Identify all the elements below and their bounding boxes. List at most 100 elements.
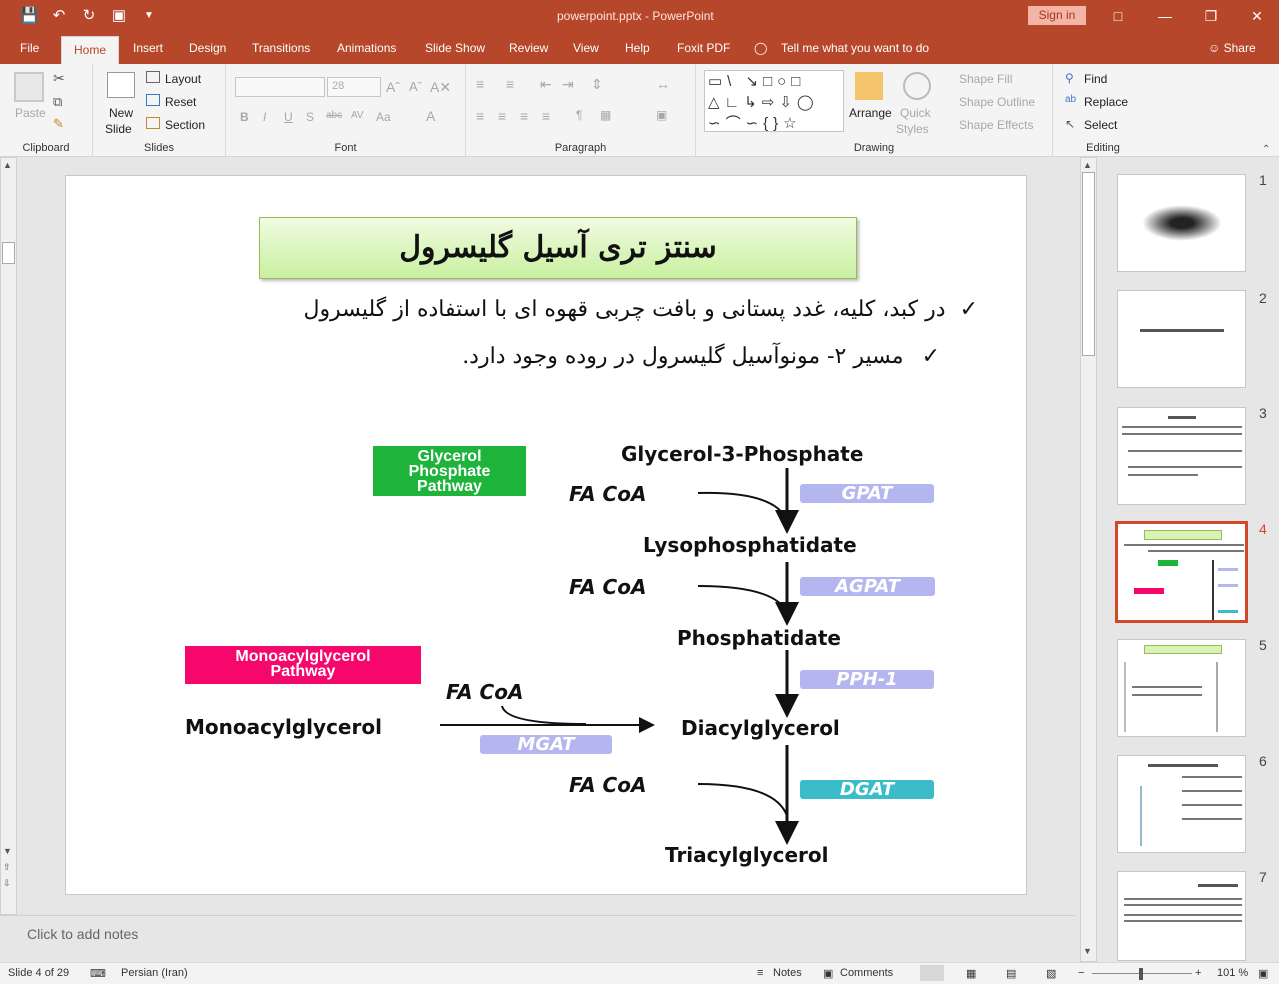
- paste-button[interactable]: Paste: [15, 106, 46, 120]
- format-painter-icon[interactable]: ✎: [53, 116, 64, 132]
- scroll-thumb[interactable]: [2, 242, 15, 264]
- copy-icon[interactable]: ⧉: [53, 94, 62, 110]
- tab-design[interactable]: Design: [189, 41, 226, 55]
- arrange-icon[interactable]: [855, 72, 883, 100]
- tab-transitions[interactable]: Transitions: [252, 41, 310, 55]
- quick-styles-label[interactable]: Styles: [896, 122, 929, 136]
- underline-icon[interactable]: U: [284, 110, 293, 124]
- shapes-gallery[interactable]: ▭\ ↘□○□ △∟↳⇨⇩◯ ∽⌒∽{}☆: [704, 70, 844, 132]
- zoom-out-icon[interactable]: −: [1078, 967, 1084, 979]
- minimize-icon[interactable]: —: [1155, 6, 1175, 26]
- layout-button[interactable]: Layout: [165, 72, 201, 86]
- bold-icon[interactable]: B: [240, 110, 249, 124]
- tab-help[interactable]: Help: [625, 41, 650, 55]
- scroll-up-icon[interactable]: ▲: [3, 160, 12, 170]
- justify-icon[interactable]: ≡: [542, 108, 550, 124]
- decrease-font-icon[interactable]: Aˇ: [409, 79, 422, 94]
- restore-icon[interactable]: ❐: [1201, 6, 1221, 26]
- bullets-icon[interactable]: ≡: [476, 76, 484, 92]
- left-scrollbar[interactable]: [0, 157, 17, 915]
- change-case-icon[interactable]: Aa: [376, 110, 391, 124]
- tab-review[interactable]: Review: [509, 41, 548, 55]
- numbering-icon[interactable]: ≡: [506, 76, 514, 92]
- align-right-icon[interactable]: ≡: [520, 108, 528, 124]
- strikethrough-icon[interactable]: abc: [326, 110, 342, 121]
- sign-in-button[interactable]: Sign in: [1028, 6, 1086, 25]
- zoom-in-icon[interactable]: +: [1195, 967, 1201, 979]
- quick-styles-button[interactable]: Quick: [900, 106, 931, 120]
- slide-scroll-thumb[interactable]: [1082, 172, 1095, 356]
- font-color-icon[interactable]: A: [426, 108, 435, 124]
- fit-slide-icon[interactable]: ▣: [1258, 967, 1268, 980]
- rtl-icon[interactable]: ¶: [576, 108, 582, 122]
- font-size-combo[interactable]: 28: [327, 77, 381, 97]
- increase-indent-icon[interactable]: ⇥: [562, 76, 574, 93]
- thumbnail-slide-6[interactable]: [1117, 755, 1246, 853]
- replace-button[interactable]: Replace: [1084, 95, 1128, 109]
- new-slide-icon[interactable]: [107, 72, 135, 98]
- scroll-down-icon[interactable]: ▼: [3, 846, 12, 856]
- zoom-slider-thumb[interactable]: [1139, 968, 1143, 980]
- notes-pane[interactable]: Click to add notes: [0, 915, 1075, 962]
- thumbnail-slide-3[interactable]: [1117, 407, 1246, 505]
- increase-font-icon[interactable]: Aˆ: [386, 79, 400, 95]
- tab-view[interactable]: View: [573, 41, 599, 55]
- scroll-up-icon[interactable]: ▲: [1083, 160, 1092, 170]
- thumbnail-slide-4[interactable]: [1115, 521, 1248, 623]
- close-icon[interactable]: ✕: [1247, 6, 1267, 26]
- slideshow-icon[interactable]: ▧: [1046, 967, 1056, 980]
- language-indicator[interactable]: Persian (Iran): [121, 967, 188, 979]
- align-left-icon[interactable]: ≡: [476, 108, 484, 124]
- notes-toggle[interactable]: Notes: [773, 967, 802, 979]
- find-button[interactable]: Find: [1084, 72, 1107, 86]
- thumbnail-slide-2[interactable]: [1117, 290, 1246, 388]
- select-button[interactable]: Select: [1084, 118, 1117, 132]
- cut-icon[interactable]: ✂: [53, 70, 65, 87]
- spell-check-icon[interactable]: ⌨: [90, 967, 106, 980]
- shape-effects-button[interactable]: Shape Effects: [959, 118, 1034, 132]
- tab-insert[interactable]: Insert: [133, 41, 163, 55]
- comments-toggle[interactable]: Comments: [840, 967, 893, 979]
- quick-styles-icon[interactable]: [903, 72, 931, 100]
- tab-home[interactable]: Home: [61, 36, 120, 64]
- shadow-icon[interactable]: S: [306, 110, 314, 124]
- slide[interactable]: سنتز تری آسیل گلیسرول ✓در کبد، کلیه، غدد…: [65, 175, 1027, 895]
- italic-icon[interactable]: I: [263, 110, 266, 124]
- tab-foxit-pdf[interactable]: Foxit PDF: [677, 41, 730, 55]
- ribbon-display-options-icon[interactable]: □: [1108, 6, 1128, 26]
- section-button[interactable]: Section: [165, 118, 205, 132]
- new-slide-label[interactable]: Slide: [105, 122, 132, 136]
- next-slide-icon[interactable]: ⇩: [3, 878, 11, 889]
- start-from-beginning-icon[interactable]: ▣: [110, 7, 128, 25]
- redo-icon[interactable]: ↻: [80, 7, 98, 25]
- decrease-indent-icon[interactable]: ⇤: [540, 76, 552, 93]
- share-button[interactable]: ☺ Share: [1208, 41, 1256, 55]
- new-slide-button[interactable]: New: [109, 106, 133, 120]
- clear-formatting-icon[interactable]: A✕: [430, 79, 451, 96]
- tab-file[interactable]: File: [20, 41, 39, 55]
- align-text-icon[interactable]: ▣: [656, 108, 667, 122]
- arrange-button[interactable]: Arrange: [849, 106, 892, 120]
- font-name-combo[interactable]: [235, 77, 325, 97]
- reading-view-icon[interactable]: ▤: [1006, 967, 1016, 980]
- tell-me-search[interactable]: Tell me what you want to do: [781, 41, 929, 55]
- reset-button[interactable]: Reset: [165, 95, 196, 109]
- line-spacing-icon[interactable]: ⇕: [591, 76, 603, 93]
- slide-sorter-icon[interactable]: ▦: [966, 967, 976, 980]
- previous-slide-icon[interactable]: ⇧: [3, 862, 11, 873]
- text-direction-icon[interactable]: ↔: [656, 76, 670, 92]
- thumbnail-slide-1[interactable]: [1117, 174, 1246, 272]
- notes-placeholder[interactable]: Click to add notes: [27, 926, 138, 942]
- save-icon[interactable]: 💾: [20, 7, 39, 25]
- tab-animations[interactable]: Animations: [337, 41, 396, 55]
- thumbnail-slide-7[interactable]: [1117, 871, 1246, 961]
- tab-slide-show[interactable]: Slide Show: [425, 41, 485, 55]
- character-spacing-icon[interactable]: AV: [351, 110, 364, 121]
- collapse-ribbon-icon[interactable]: ⌃: [1262, 144, 1270, 155]
- scroll-down-icon[interactable]: ▼: [1083, 946, 1092, 956]
- normal-view-icon[interactable]: [920, 965, 944, 981]
- customize-qat-icon[interactable]: ▼: [140, 7, 158, 25]
- undo-icon[interactable]: ↶: [50, 7, 68, 25]
- shape-outline-button[interactable]: Shape Outline: [959, 95, 1035, 109]
- columns-icon[interactable]: ▦: [600, 108, 611, 122]
